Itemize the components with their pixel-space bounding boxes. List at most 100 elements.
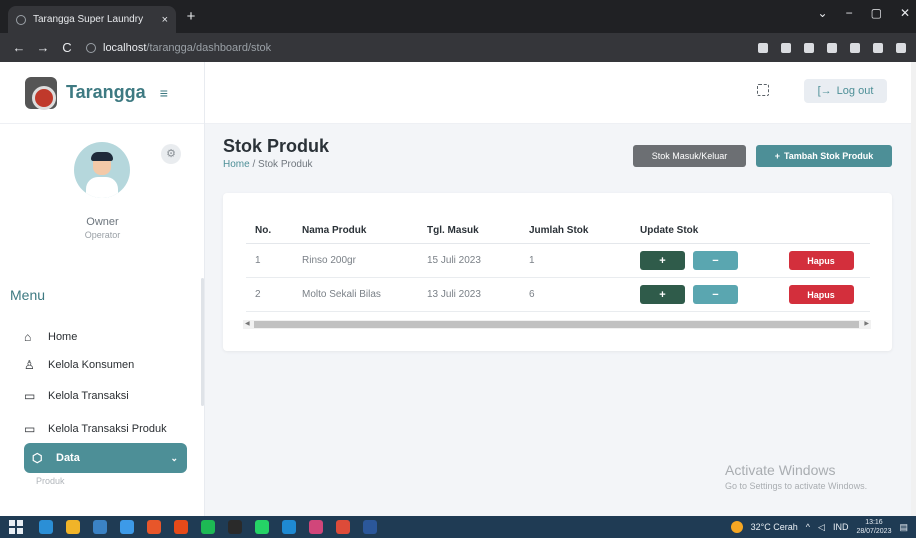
activate-windows-watermark: Activate Windows Go to Settings to activ… [725,462,867,491]
scroll-left-icon[interactable]: ◀ [245,320,250,329]
stock-table: No. Nama Produk Tgl. Masuk Jumlah Stok U… [246,218,870,312]
url-input[interactable]: localhost /tarangga/dashboard/stok [82,37,758,59]
topbar: [→ Log out [205,62,916,124]
sidebar-item-label: Data [56,452,80,464]
taskbar-apps [39,520,377,534]
delete-button[interactable]: Hapus [788,285,854,304]
cell-name: Rinso 200gr [302,255,356,266]
scroll-right-icon[interactable]: ▶ [864,320,869,329]
sidebar-subitem-produk[interactable]: Produk [36,476,65,486]
page-scrollbar[interactable] [911,62,916,516]
sidebar-item-kelola-transaksi[interactable]: ▭ Kelola Transaksi [24,383,129,409]
logout-button[interactable]: [→ Log out [804,79,887,103]
add-stock-label: Tambah Stok Produk [783,151,874,161]
sidebar-item-kelola-konsumen[interactable]: ♙ Kelola Konsumen [24,352,134,378]
fullscreen-icon[interactable] [757,84,769,96]
sidepanel-icon[interactable] [873,42,883,53]
cell-name: Molto Sekali Bilas [302,289,381,300]
scrollbar-thumb[interactable] [254,321,859,328]
file-explorer-icon[interactable] [66,520,80,534]
chrome-icon[interactable] [336,520,350,534]
sidebar: Tarangga ≡ ⚙ Owner Operator Menu ⌂ Home … [0,62,205,516]
avatar [74,142,130,198]
stock-in-out-button[interactable]: Stok Masuk/Keluar [633,145,746,167]
increase-stock-button[interactable]: + [640,285,685,304]
store-icon[interactable] [93,520,107,534]
spotify-icon[interactable] [201,520,215,534]
breadcrumb: Home / Stok Produk [223,159,313,170]
puzzle-icon[interactable] [850,42,860,53]
window-controls: ⌄ − ▢ ✕ [818,6,910,20]
weather-text[interactable]: 32°C Cerah [751,522,798,532]
whatsapp-icon[interactable] [255,520,269,534]
clock[interactable]: 13:16 28/07/2023 [856,518,891,536]
tab-search-icon[interactable]: ⌄ [818,6,828,20]
windows-start-icon[interactable] [9,520,23,534]
share-icon[interactable] [758,42,768,53]
decrease-stock-button[interactable]: − [693,285,738,304]
profile-icon[interactable] [896,42,906,53]
volume-icon[interactable]: ◁ [818,522,825,533]
windows-taskbar: 32°C Cerah ^ ◁ IND 13:16 28/07/2023 ▤ [0,516,916,538]
brand-name[interactable]: Tarangga [66,82,146,103]
site-info-icon[interactable] [86,42,96,53]
close-window-button[interactable]: ✕ [900,6,910,20]
extension-icon[interactable] [827,42,837,53]
plus-icon: + [774,151,780,161]
extension-icon[interactable] [804,42,814,53]
cell-update: + − [640,285,772,304]
reload-icon[interactable]: C [58,40,76,55]
sidebar-item-kelola-transaksi-produk[interactable]: ▭ Kelola Transaksi Produk [24,416,167,442]
hamburger-menu-icon[interactable]: ≡ [160,85,168,101]
forward-icon[interactable]: → [34,40,52,55]
vscode-icon[interactable] [282,520,296,534]
weather-icon[interactable] [730,521,743,533]
cell-date: 13 Juli 2023 [427,289,481,300]
clock-date: 28/07/2023 [856,528,892,535]
app-icon[interactable] [228,520,242,534]
bookmark-star-icon[interactable] [781,42,791,53]
chevron-up-icon[interactable]: ^ [806,522,810,532]
browser-tab[interactable]: Tarangga Super Laundry × [8,6,176,33]
system-tray: 32°C Cerah ^ ◁ IND 13:16 28/07/2023 ▤ [730,518,916,536]
decrease-stock-button[interactable]: − [693,251,738,270]
column-header-qty: Jumlah Stok [529,225,589,236]
language-indicator[interactable]: IND [833,522,849,532]
edge-icon[interactable] [39,520,53,534]
url-path: /tarangga/dashboard/stok [146,41,272,54]
back-icon[interactable]: ← [10,40,28,55]
sidebar-scrollbar[interactable] [201,278,204,406]
user-icon: ♙ [24,358,35,372]
clock-time: 13:16 [865,519,883,526]
word-icon[interactable] [363,520,377,534]
new-tab-button[interactable]: + [183,9,199,25]
sidebar-item-label: Kelola Transaksi Produk [48,423,167,435]
cell-no: 1 [255,255,261,266]
close-tab-icon[interactable]: × [162,14,168,26]
sidebar-item-data[interactable]: ⬡ Data ⌄ [24,443,187,473]
cell-action: Hapus [772,285,870,304]
app-icon[interactable] [174,520,188,534]
breadcrumb-separator: / [249,159,259,170]
cell-update: + − [640,251,772,270]
delete-button[interactable]: Hapus [788,251,854,270]
column-header-name: Nama Produk [302,225,367,236]
table-header: No. Nama Produk Tgl. Masuk Jumlah Stok U… [246,218,870,244]
app-icon[interactable] [309,520,323,534]
page-title: Stok Produk [223,136,330,156]
sidebar-item-home[interactable]: ⌂ Home [24,324,77,350]
increase-stock-button[interactable]: + [640,251,685,270]
breadcrumb-home-link[interactable]: Home [223,159,250,170]
cell-no: 2 [255,289,261,300]
column-header-date: Tgl. Masuk [427,225,479,236]
table-row: 2 Molto Sekali Bilas 13 Juli 2023 6 + − … [246,278,870,312]
table-horizontal-scrollbar[interactable]: ◀ ▶ [243,320,871,329]
gear-icon[interactable]: ⚙ [161,144,181,164]
notification-icon[interactable]: ▤ [899,522,908,533]
minimize-button[interactable]: − [846,6,853,20]
add-stock-product-button[interactable]: + Tambah Stok Produk [756,145,892,167]
mail-icon[interactable] [120,520,134,534]
app-icon[interactable] [147,520,161,534]
maximize-button[interactable]: ▢ [871,6,882,20]
breadcrumb-current: Stok Produk [258,159,313,170]
